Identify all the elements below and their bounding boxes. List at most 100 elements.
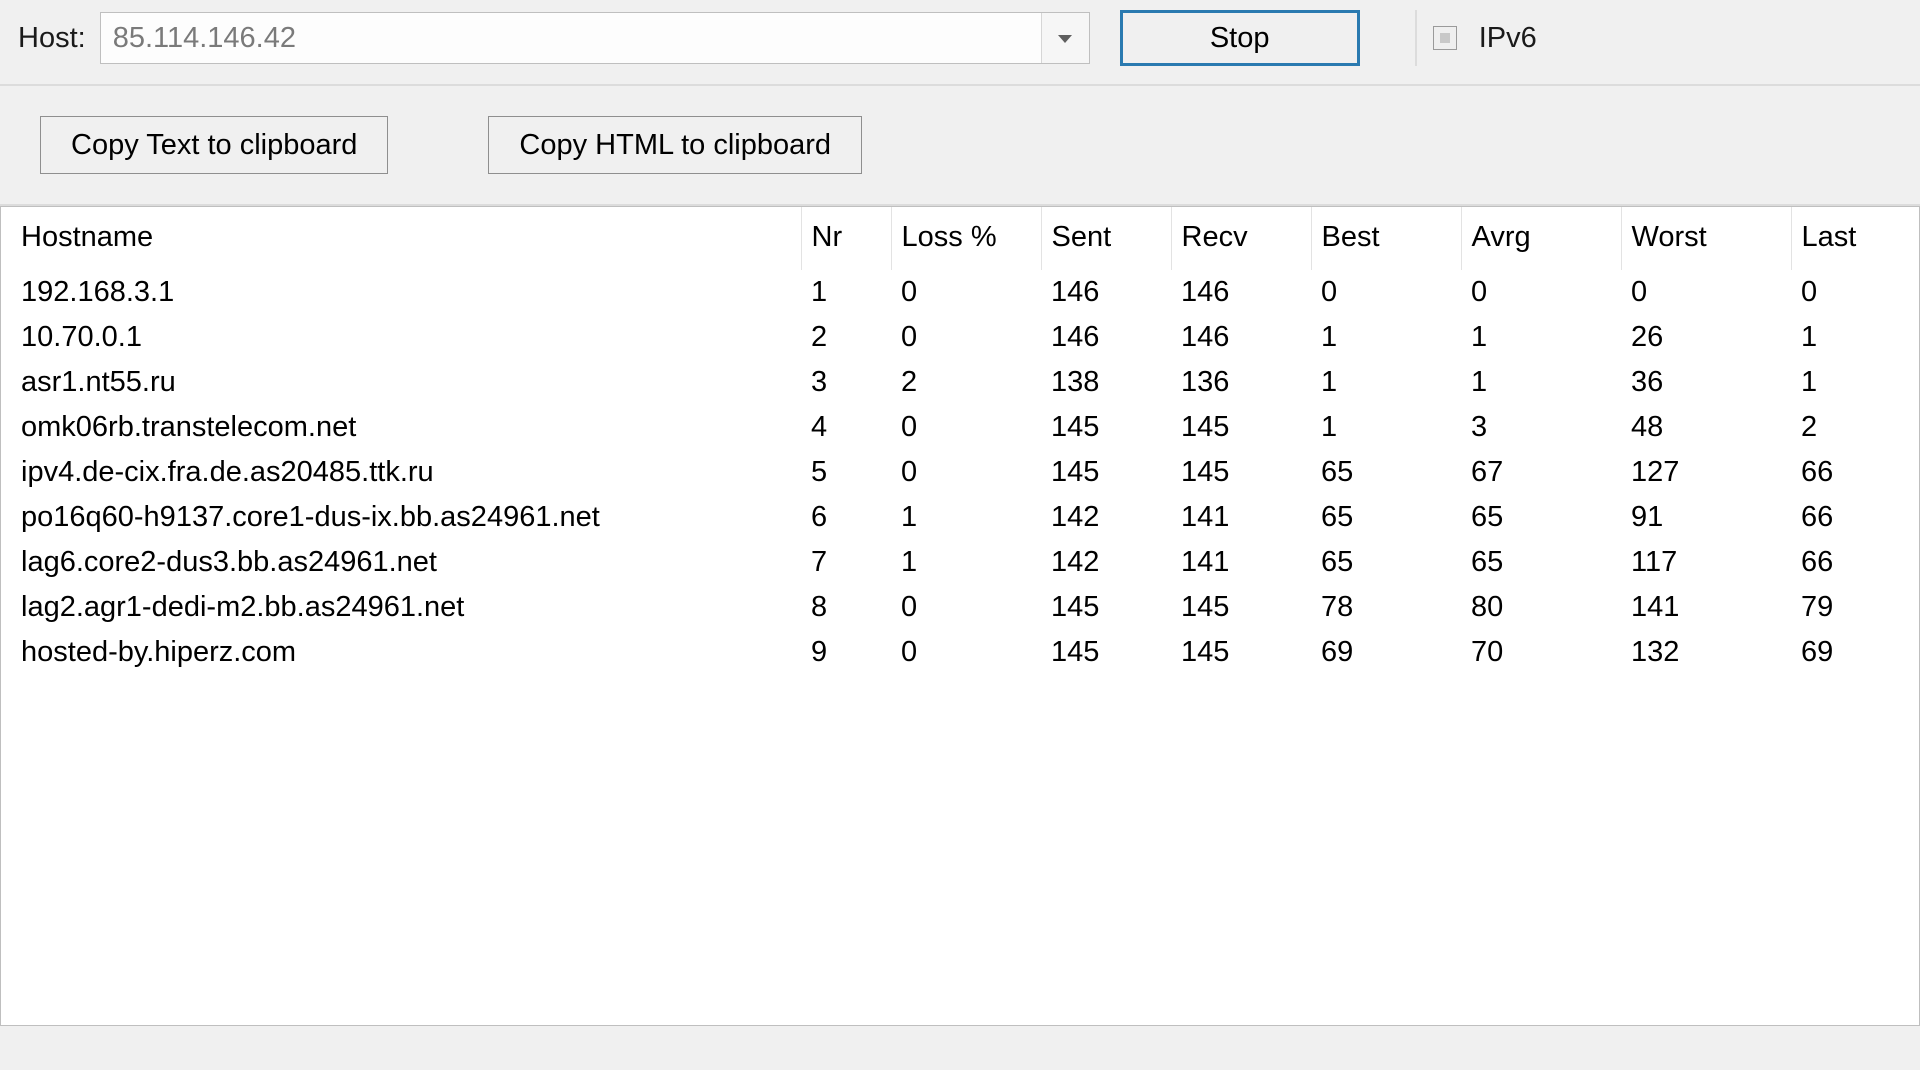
cell-hostname: 192.168.3.1 — [1, 270, 801, 315]
cell-recv: 141 — [1171, 495, 1311, 540]
cell-worst: 0 — [1621, 270, 1791, 315]
col-loss[interactable]: Loss % — [891, 207, 1041, 270]
cell-nr: 9 — [801, 630, 891, 675]
col-last[interactable]: Last — [1791, 207, 1920, 270]
cell-last: 66 — [1791, 540, 1920, 585]
copy-panel: Copy Text to clipboard Copy HTML to clip… — [0, 86, 1920, 206]
cell-recv: 145 — [1171, 585, 1311, 630]
table-row[interactable]: omk06rb.transtelecom.net4014514513482 — [1, 405, 1920, 450]
cell-recv: 146 — [1171, 270, 1311, 315]
top-panel: Host: 85.114.146.42 Stop IPv6 — [0, 0, 1920, 86]
cell-hostname: asr1.nt55.ru — [1, 360, 801, 405]
cell-avrg: 67 — [1461, 450, 1621, 495]
col-nr[interactable]: Nr — [801, 207, 891, 270]
cell-best: 1 — [1311, 405, 1461, 450]
col-sent[interactable]: Sent — [1041, 207, 1171, 270]
cell-avrg: 65 — [1461, 540, 1621, 585]
cell-worst: 48 — [1621, 405, 1791, 450]
cell-nr: 3 — [801, 360, 891, 405]
cell-hostname: ipv4.de-cix.fra.de.as20485.ttk.ru — [1, 450, 801, 495]
col-hostname[interactable]: Hostname — [1, 207, 801, 270]
col-worst[interactable]: Worst — [1621, 207, 1791, 270]
cell-last: 66 — [1791, 450, 1920, 495]
cell-loss: 1 — [891, 540, 1041, 585]
cell-worst: 91 — [1621, 495, 1791, 540]
cell-hostname: po16q60-h9137.core1-dus-ix.bb.as24961.ne… — [1, 495, 801, 540]
host-label: Host: — [18, 22, 86, 55]
table-row[interactable]: 10.70.0.12014614611261 — [1, 315, 1920, 360]
cell-last: 2 — [1791, 405, 1920, 450]
table-row[interactable]: hosted-by.hiperz.com90145145697013269 — [1, 630, 1920, 675]
cell-hostname: lag6.core2-dus3.bb.as24961.net — [1, 540, 801, 585]
trace-table: Hostname Nr Loss % Sent Recv Best Avrg W… — [1, 207, 1920, 675]
cell-avrg: 65 — [1461, 495, 1621, 540]
cell-loss: 0 — [891, 630, 1041, 675]
cell-avrg: 3 — [1461, 405, 1621, 450]
cell-avrg: 0 — [1461, 270, 1621, 315]
col-recv[interactable]: Recv — [1171, 207, 1311, 270]
cell-sent: 145 — [1041, 450, 1171, 495]
cell-loss: 0 — [891, 270, 1041, 315]
cell-nr: 2 — [801, 315, 891, 360]
cell-worst: 141 — [1621, 585, 1791, 630]
cell-hostname: lag2.agr1-dedi-m2.bb.as24961.net — [1, 585, 801, 630]
cell-recv: 145 — [1171, 450, 1311, 495]
host-input[interactable]: 85.114.146.42 — [101, 22, 1041, 55]
cell-last: 1 — [1791, 360, 1920, 405]
cell-loss: 0 — [891, 315, 1041, 360]
table-row[interactable]: 192.168.3.1101461460000 — [1, 270, 1920, 315]
cell-best: 0 — [1311, 270, 1461, 315]
cell-last: 79 — [1791, 585, 1920, 630]
trace-table-wrap: Hostname Nr Loss % Sent Recv Best Avrg W… — [0, 206, 1920, 1026]
cell-avrg: 80 — [1461, 585, 1621, 630]
ipv6-option: IPv6 — [1415, 10, 1553, 66]
stop-button[interactable]: Stop — [1120, 10, 1360, 66]
cell-best: 65 — [1311, 540, 1461, 585]
cell-best: 69 — [1311, 630, 1461, 675]
cell-nr: 6 — [801, 495, 891, 540]
table-row[interactable]: lag2.agr1-dedi-m2.bb.as24961.net80145145… — [1, 585, 1920, 630]
cell-avrg: 1 — [1461, 360, 1621, 405]
cell-recv: 145 — [1171, 630, 1311, 675]
cell-sent: 142 — [1041, 495, 1171, 540]
cell-last: 0 — [1791, 270, 1920, 315]
cell-hostname: omk06rb.transtelecom.net — [1, 405, 801, 450]
table-row[interactable]: lag6.core2-dus3.bb.as24961.net7114214165… — [1, 540, 1920, 585]
table-row[interactable]: asr1.nt55.ru3213813611361 — [1, 360, 1920, 405]
cell-best: 65 — [1311, 450, 1461, 495]
cell-nr: 1 — [801, 270, 891, 315]
host-combobox[interactable]: 85.114.146.42 — [100, 12, 1090, 64]
cell-worst: 26 — [1621, 315, 1791, 360]
copy-html-button[interactable]: Copy HTML to clipboard — [488, 116, 862, 174]
cell-sent: 138 — [1041, 360, 1171, 405]
col-best[interactable]: Best — [1311, 207, 1461, 270]
cell-avrg: 70 — [1461, 630, 1621, 675]
cell-sent: 145 — [1041, 405, 1171, 450]
cell-recv: 136 — [1171, 360, 1311, 405]
cell-hostname: hosted-by.hiperz.com — [1, 630, 801, 675]
table-header-row: Hostname Nr Loss % Sent Recv Best Avrg W… — [1, 207, 1920, 270]
cell-recv: 141 — [1171, 540, 1311, 585]
cell-recv: 145 — [1171, 405, 1311, 450]
cell-loss: 2 — [891, 360, 1041, 405]
cell-worst: 117 — [1621, 540, 1791, 585]
table-row[interactable]: ipv4.de-cix.fra.de.as20485.ttk.ru5014514… — [1, 450, 1920, 495]
cell-loss: 0 — [891, 450, 1041, 495]
cell-worst: 132 — [1621, 630, 1791, 675]
table-row[interactable]: po16q60-h9137.core1-dus-ix.bb.as24961.ne… — [1, 495, 1920, 540]
cell-loss: 0 — [891, 405, 1041, 450]
cell-best: 65 — [1311, 495, 1461, 540]
cell-worst: 127 — [1621, 450, 1791, 495]
host-dropdown-button[interactable] — [1041, 13, 1089, 63]
col-avrg[interactable]: Avrg — [1461, 207, 1621, 270]
ipv6-label: IPv6 — [1479, 22, 1537, 55]
copy-text-button[interactable]: Copy Text to clipboard — [40, 116, 388, 174]
ipv6-checkbox[interactable] — [1433, 26, 1457, 50]
cell-nr: 4 — [801, 405, 891, 450]
cell-sent: 146 — [1041, 270, 1171, 315]
cell-sent: 145 — [1041, 630, 1171, 675]
cell-recv: 146 — [1171, 315, 1311, 360]
host-row: Host: 85.114.146.42 Stop IPv6 — [18, 10, 1902, 66]
cell-sent: 142 — [1041, 540, 1171, 585]
cell-last: 66 — [1791, 495, 1920, 540]
